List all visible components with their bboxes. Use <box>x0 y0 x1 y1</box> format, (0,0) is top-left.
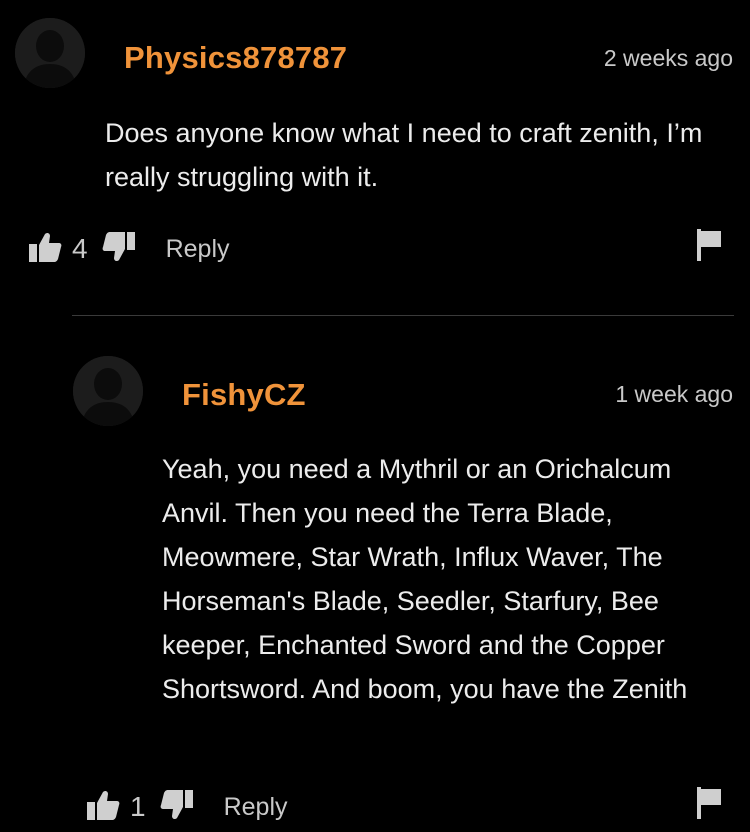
reply-button[interactable]: Reply <box>224 793 288 822</box>
timestamp: 1 week ago <box>615 381 733 407</box>
thumbs-up-icon[interactable] <box>86 789 120 826</box>
comment-actions: 1 Reply <box>86 787 288 827</box>
comment-body: Yeah, you need a Mythril or an Orichalcu… <box>162 454 688 704</box>
thumbs-down-icon[interactable] <box>102 231 136 268</box>
comment-reply: FishyCZ 1 week ago Yeah, you need a Myth… <box>0 330 750 832</box>
avatar[interactable] <box>73 356 143 426</box>
avatar-placeholder-icon <box>15 18 85 88</box>
avatar[interactable] <box>15 18 85 88</box>
comment-body: Does anyone know what I need to craft ze… <box>105 118 703 192</box>
flag-icon[interactable] <box>697 229 723 266</box>
thumbs-up-icon[interactable] <box>28 231 62 268</box>
flag-icon[interactable] <box>697 787 723 824</box>
comment: Physics878787 2 weeks ago Does anyone kn… <box>0 0 750 300</box>
thumbs-down-icon[interactable] <box>160 789 194 826</box>
divider <box>72 315 734 316</box>
like-count: 1 <box>130 791 146 822</box>
like-count: 4 <box>72 233 88 264</box>
reply-button[interactable]: Reply <box>166 235 230 264</box>
username[interactable]: FishyCZ <box>182 377 306 413</box>
username[interactable]: Physics878787 <box>124 40 347 76</box>
comment-actions: 4 Reply <box>28 229 230 269</box>
timestamp: 2 weeks ago <box>603 45 733 71</box>
avatar-placeholder-icon <box>73 356 143 426</box>
